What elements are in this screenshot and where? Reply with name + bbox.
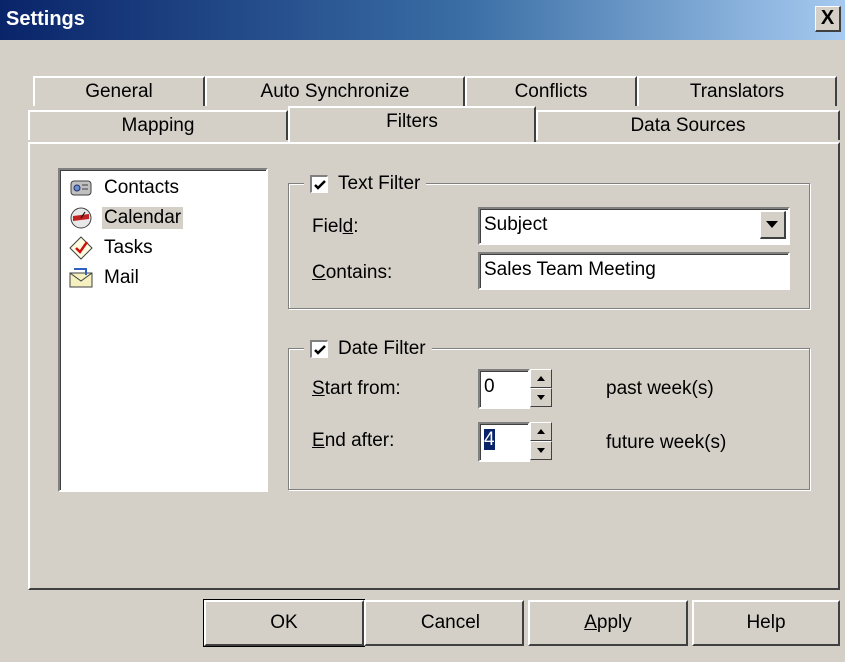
tab-filters[interactable]: Filters xyxy=(288,106,536,142)
cancel-button[interactable]: Cancel xyxy=(364,600,524,646)
ok-button[interactable]: OK xyxy=(203,599,365,647)
tab-conflicts[interactable]: Conflicts xyxy=(465,76,637,106)
help-button[interactable]: Help xyxy=(692,600,840,646)
tab-translators[interactable]: Translators xyxy=(637,76,837,106)
apply-button[interactable]: Apply xyxy=(528,600,688,646)
filters-panel xyxy=(28,142,840,590)
close-icon: X xyxy=(820,7,835,29)
window-title: Settings xyxy=(6,8,85,30)
tab-data-sources[interactable]: Data Sources xyxy=(536,110,840,140)
tab-auto-synchronize[interactable]: Auto Synchronize xyxy=(205,76,465,106)
tab-general[interactable]: General xyxy=(33,76,205,106)
close-button[interactable]: X xyxy=(815,6,841,32)
title-bar: Settings X xyxy=(0,0,845,40)
tab-mapping[interactable]: Mapping xyxy=(28,110,288,140)
